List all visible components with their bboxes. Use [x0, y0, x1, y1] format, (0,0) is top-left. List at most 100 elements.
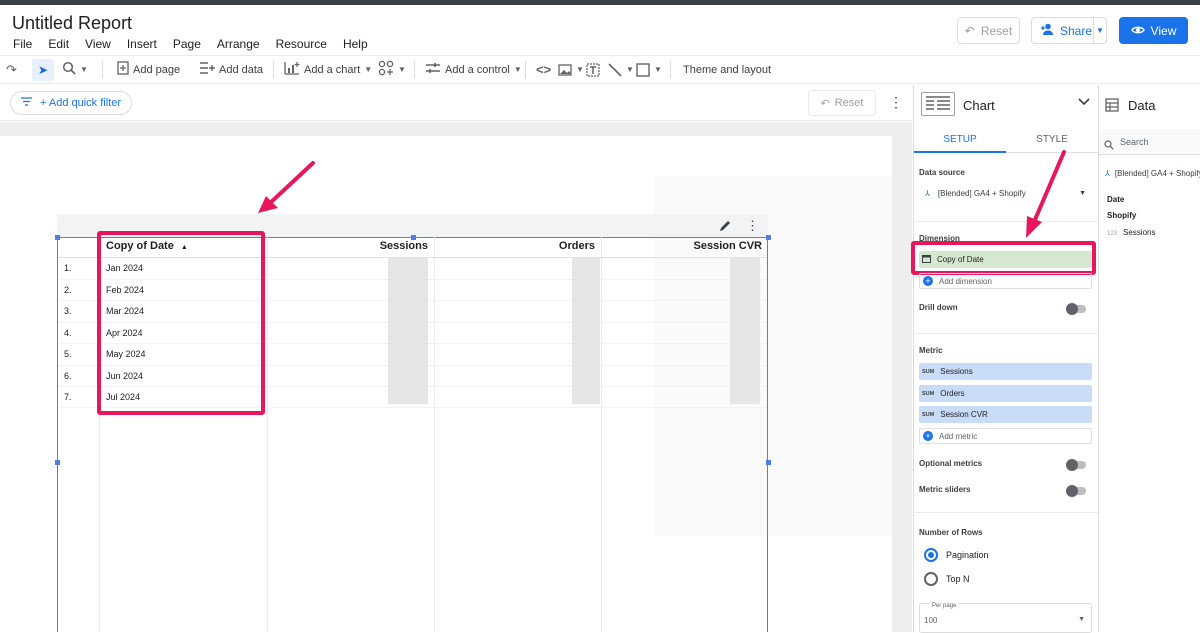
- add-chart-button[interactable]: Add a chart ▼: [284, 56, 378, 83]
- metric-chip[interactable]: SUM Orders: [919, 385, 1092, 402]
- section-divider: [914, 512, 1098, 513]
- zoom-icon: [62, 61, 76, 78]
- more-vert-icon[interactable]: ⋮: [889, 94, 903, 111]
- zoom-tool[interactable]: ▼: [62, 56, 102, 83]
- menu-help[interactable]: Help: [343, 37, 368, 51]
- add-data-button[interactable]: Add data: [199, 56, 273, 83]
- filter-reset-label: Reset: [834, 97, 864, 109]
- tab-style[interactable]: STYLE: [1006, 134, 1098, 145]
- divider: [273, 60, 274, 79]
- filter-bar: + Add quick filter ↶ Reset ⋮: [0, 85, 912, 121]
- tab-setup[interactable]: SETUP: [914, 134, 1006, 145]
- pagination-radio[interactable]: [924, 548, 938, 562]
- optional-metrics-toggle[interactable]: [1066, 459, 1086, 471]
- per-page-select[interactable]: Per page 100 ▼: [919, 603, 1092, 633]
- number-type-icon: 123: [1107, 231, 1118, 237]
- add-metric-button[interactable]: + Add metric: [919, 428, 1092, 444]
- data-source-name[interactable]: ⅄ [Blended] GA4 + Shopify: [1105, 169, 1200, 178]
- menu-bar: File Edit View Insert Page Arrange Resou…: [13, 37, 384, 51]
- report-title[interactable]: Untitled Report: [12, 13, 132, 34]
- filter-reset-button[interactable]: ↶ Reset: [808, 90, 876, 116]
- theme-layout-button[interactable]: Theme and layout: [683, 56, 771, 83]
- add-page-button[interactable]: Add page: [117, 56, 191, 83]
- view-button[interactable]: View: [1119, 17, 1188, 44]
- per-page-label: Per page: [930, 603, 959, 609]
- chevron-down-icon[interactable]: ▼: [1094, 26, 1106, 35]
- add-dimension-button[interactable]: + Add dimension: [919, 273, 1092, 289]
- community-viz-button[interactable]: ▼: [378, 56, 408, 83]
- section-divider: [914, 221, 1098, 222]
- add-icon: +: [923, 276, 933, 286]
- theme-layout-label: Theme and layout: [683, 63, 772, 76]
- data-panel-icon: [1105, 98, 1119, 117]
- search-icon: [1104, 137, 1114, 155]
- annotation-arrow: [258, 161, 315, 213]
- embed-code-icon[interactable]: <>: [536, 56, 558, 83]
- column-header-sessions[interactable]: Sessions: [270, 240, 428, 252]
- search-placeholder: Search: [1120, 137, 1149, 147]
- section-divider: [914, 333, 1098, 334]
- quick-filter-label: + Add quick filter: [40, 97, 122, 109]
- column-header-orders[interactable]: Orders: [437, 240, 595, 252]
- metric-sliders-toggle[interactable]: [1066, 485, 1086, 497]
- blurred-cvr-values: [730, 258, 760, 404]
- menu-insert[interactable]: Insert: [127, 37, 157, 51]
- image-icon[interactable]: ▼: [558, 56, 586, 83]
- shape-icon[interactable]: ▼: [636, 56, 670, 83]
- add-quick-filter-button[interactable]: + Add quick filter: [10, 91, 133, 115]
- reset-button[interactable]: ↶ Reset: [957, 17, 1020, 44]
- top-n-radio[interactable]: [924, 572, 938, 586]
- resize-handle[interactable]: [766, 235, 771, 240]
- line-icon[interactable]: ▼: [608, 56, 636, 83]
- resize-handle[interactable]: [55, 460, 60, 465]
- add-control-label: Add a control: [445, 63, 510, 76]
- metric-chip[interactable]: SUM Sessions: [919, 363, 1092, 380]
- menu-file[interactable]: File: [13, 37, 32, 51]
- undo-icon: ↶: [964, 23, 975, 38]
- reset-label: Reset: [980, 23, 1013, 38]
- menu-arrange[interactable]: Arrange: [217, 37, 260, 51]
- chevron-down-icon: ▼: [576, 65, 584, 74]
- add-chart-label: Add a chart: [304, 63, 361, 76]
- edit-icon[interactable]: [719, 219, 732, 237]
- chevron-down-icon[interactable]: [1078, 97, 1090, 109]
- column-header-session-cvr[interactable]: Session CVR: [604, 240, 762, 252]
- resize-handle[interactable]: [766, 460, 771, 465]
- share-button[interactable]: Share ▼: [1031, 17, 1107, 44]
- blend-icon: ⅄: [1105, 169, 1110, 178]
- drill-down-toggle[interactable]: [1066, 303, 1086, 315]
- metric-chip[interactable]: SUM Session CVR: [919, 406, 1092, 423]
- divider: [414, 60, 415, 79]
- menu-edit[interactable]: Edit: [48, 37, 69, 51]
- add-page-label: Add page: [133, 63, 181, 76]
- field-group[interactable]: Date: [1107, 195, 1124, 204]
- data-search-input[interactable]: Search: [1099, 129, 1200, 155]
- table-chart-icon[interactable]: [921, 92, 955, 116]
- menu-page[interactable]: Page: [173, 37, 201, 51]
- menu-resource[interactable]: Resource: [276, 37, 327, 51]
- field-group[interactable]: Shopify: [1107, 211, 1136, 220]
- resize-handle[interactable]: [55, 235, 60, 240]
- toolbar: ↷ ➤ ▼ Add page Add data Add a chart ▼ ▼: [0, 55, 1200, 84]
- redo-icon[interactable]: ↷: [6, 56, 32, 83]
- data-panel-title: Data: [1128, 98, 1156, 113]
- field-item[interactable]: 123 Sessions: [1107, 228, 1155, 237]
- pagination-label: Pagination: [946, 550, 989, 560]
- more-vert-icon[interactable]: ⋮: [746, 218, 759, 234]
- blurred-orders-values: [572, 258, 600, 404]
- components-icon: [378, 60, 394, 79]
- add-icon: +: [923, 431, 933, 441]
- text-icon[interactable]: [586, 56, 608, 83]
- menu-view[interactable]: View: [85, 37, 111, 51]
- data-panel: Data Search ⅄ [Blended] GA4 + Shopify Dat…: [1098, 85, 1200, 632]
- metric-sliders-label: Metric sliders: [919, 485, 971, 494]
- top-strip: [0, 0, 1200, 5]
- select-tool[interactable]: ➤: [32, 56, 62, 83]
- blend-icon: ⅄: [925, 188, 930, 198]
- panel-tabs: SETUP STYLE: [914, 125, 1098, 153]
- add-data-icon: [199, 61, 215, 78]
- filter-icon: [21, 97, 32, 109]
- chart-panel-header: Chart: [914, 85, 1098, 121]
- add-control-button[interactable]: Add a control ▼: [425, 56, 525, 83]
- data-source-heading: Data source: [919, 168, 965, 177]
